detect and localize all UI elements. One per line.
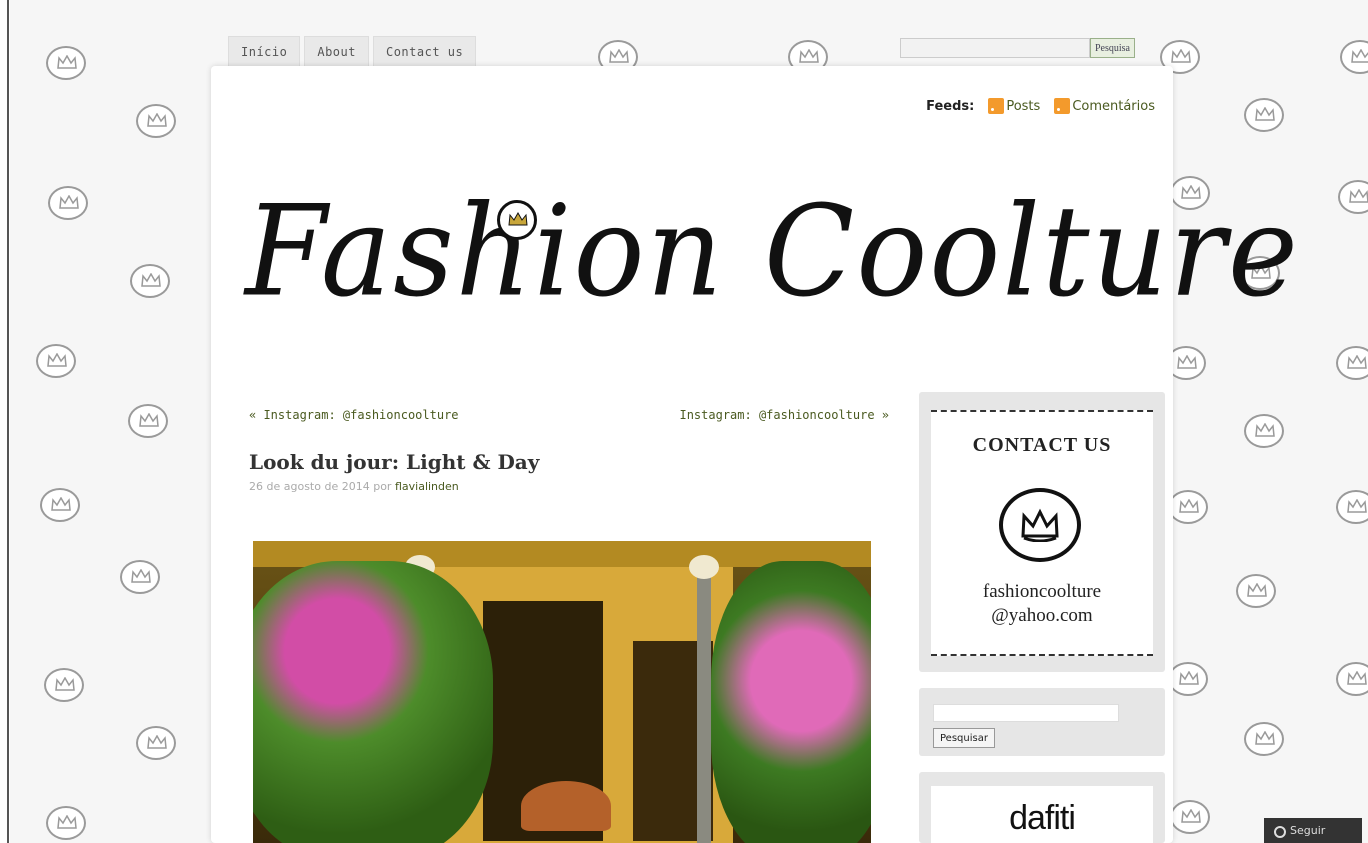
crown-icon — [1244, 722, 1284, 756]
crown-icon — [48, 186, 88, 220]
sidebar-search-button[interactable]: Pesquisar — [933, 728, 995, 748]
contact-email-line1: fashioncoolture — [982, 581, 1102, 602]
crown-icon — [1168, 662, 1208, 696]
crown-icon — [497, 200, 537, 240]
crown-icon — [46, 46, 86, 80]
main-nav: Início About Contact us — [228, 36, 477, 68]
next-post-link[interactable]: Instagram: @fashioncoolture » — [679, 408, 889, 422]
photo-flowers-left — [253, 561, 493, 843]
follow-label: Seguir — [1290, 824, 1326, 837]
crown-icon — [44, 668, 84, 702]
contact-widget: CONTACT US fashioncoolture @yahoo.com — [919, 392, 1165, 672]
crown-icon — [136, 104, 176, 138]
post-date: 26 de agosto de 2014 — [249, 480, 370, 493]
crown-icon — [1236, 574, 1276, 608]
tab-inicio[interactable]: Início — [228, 36, 301, 68]
sidebar-search-input[interactable] — [933, 704, 1119, 722]
tab-contact-us[interactable]: Contact us — [372, 36, 477, 68]
top-search: Pesquisa — [900, 38, 1135, 58]
crown-icon — [1244, 98, 1284, 132]
blog-title: Fashion Coolture — [245, 177, 1300, 325]
post-author-link[interactable]: flavialinden — [395, 480, 459, 493]
crown-icon — [1338, 180, 1368, 214]
dafiti-logo-text: dafiti — [1009, 799, 1076, 837]
crown-icon — [46, 806, 86, 840]
post-photo[interactable] — [253, 541, 871, 843]
contact-title: CONTACT US — [972, 434, 1112, 456]
crown-icon — [1336, 662, 1368, 696]
rss-icon — [1054, 98, 1071, 114]
feed-posts-label: Posts — [1006, 98, 1041, 114]
tab-about[interactable]: About — [304, 36, 369, 68]
follow-button[interactable]: Seguir — [1264, 818, 1362, 843]
window-edge — [0, 0, 10, 843]
feed-comments-label: Comentários — [1072, 98, 1155, 114]
photo-lamp-post — [697, 571, 711, 843]
feed-posts-link[interactable]: Posts — [988, 98, 1040, 114]
crown-icon — [40, 488, 80, 522]
feeds-label: Feeds: — [926, 98, 975, 114]
sidebar-search: Pesquisar — [919, 688, 1165, 756]
photo-flowers-right — [711, 561, 871, 843]
rss-icon — [988, 98, 1005, 114]
blog-container: Feeds: Posts Comentários Fashion Cooltur… — [211, 66, 1298, 843]
crown-icon — [1340, 40, 1368, 74]
crown-icon — [1170, 800, 1210, 834]
photo-lamp — [689, 555, 719, 579]
feed-comments-link[interactable]: Comentários — [1054, 98, 1155, 114]
dafiti-banner[interactable]: dafiti — [931, 786, 1153, 843]
photo-hat — [521, 781, 611, 831]
blog-logo[interactable]: Fashion Coolture — [245, 176, 1298, 346]
crown-icon — [120, 560, 160, 594]
post-title[interactable]: Look du jour: Light & Day — [249, 450, 539, 474]
top-search-input[interactable] — [900, 38, 1090, 58]
contact-email-line2: @yahoo.com — [991, 605, 1093, 626]
top-search-button[interactable]: Pesquisa — [1090, 38, 1135, 58]
post-by: por — [373, 480, 392, 493]
crown-icon — [136, 726, 176, 760]
crown-icon — [36, 344, 76, 378]
post-meta: 26 de agosto de 2014 por flavialinden — [249, 480, 459, 493]
contact-card: CONTACT US fashioncoolture @yahoo.com — [931, 410, 1153, 656]
crown-icon — [1336, 490, 1368, 524]
ad-widget: dafiti — [919, 772, 1165, 843]
crown-icon — [130, 264, 170, 298]
crown-icon — [1244, 414, 1284, 448]
previous-post-link[interactable]: « Instagram: @fashioncoolture — [249, 408, 459, 422]
crown-icon — [128, 404, 168, 438]
crown-icon — [1336, 346, 1368, 380]
crown-icon — [1168, 490, 1208, 524]
feeds-bar: Feeds: Posts Comentários — [926, 98, 1155, 114]
contact-email[interactable]: fashioncoolture @yahoo.com — [931, 580, 1153, 628]
crown-icon — [999, 488, 1081, 562]
